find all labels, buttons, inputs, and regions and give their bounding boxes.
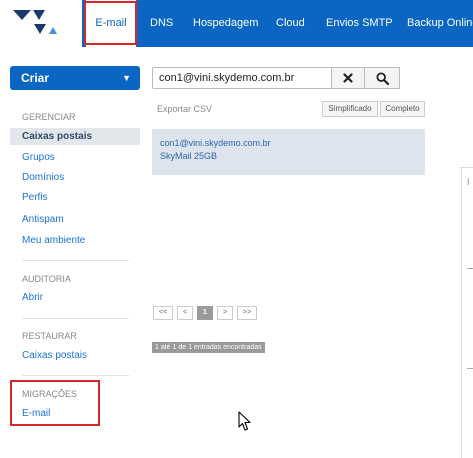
section-auditoria: AUDITORIA: [22, 274, 71, 284]
export-csv-link[interactable]: Exportar CSV: [157, 104, 212, 114]
mailbox-email: con1@vini.skydemo.com.br: [160, 138, 271, 148]
clear-search-button[interactable]: [331, 67, 365, 89]
pagination-last[interactable]: >>: [237, 306, 257, 320]
right-panel-dash: [467, 268, 473, 269]
search-input[interactable]: [152, 67, 332, 89]
complete-view-button[interactable]: Completo: [380, 101, 425, 117]
results-count: 1 até 1 de 1 entradas encontradas: [152, 342, 265, 353]
nav-backup-online[interactable]: Backup Online: [407, 0, 473, 47]
caret-down-icon: ▼: [122, 73, 131, 83]
mailbox-plan: SkyMail 25GB: [160, 151, 218, 161]
pagination-current[interactable]: 1: [197, 306, 213, 320]
logo-icon: [13, 10, 57, 34]
pagination-first[interactable]: <<: [153, 306, 173, 320]
right-panel-border: [461, 167, 462, 458]
sidebar-item-perfis[interactable]: Perfis: [22, 192, 48, 203]
simplified-view-button[interactable]: Simplificado: [322, 101, 378, 117]
sidebar-item-caixas-postais[interactable]: Caixas postais: [10, 128, 140, 145]
nav-email[interactable]: E-mail: [86, 0, 136, 47]
highlight-migracoes: [10, 380, 100, 426]
create-button[interactable]: Criar ▼: [10, 66, 140, 90]
nav-cloud[interactable]: Cloud: [276, 0, 305, 47]
sidebar-item-dominios[interactable]: Domínios: [22, 172, 64, 183]
pagination-prev[interactable]: <: [177, 306, 193, 320]
list-item[interactable]: con1@vini.skydemo.com.br SkyMail 25GB: [152, 129, 425, 175]
sidebar-item-meu-ambiente[interactable]: Meu ambiente: [22, 235, 85, 246]
nav-hospedagem[interactable]: Hospedagem: [193, 0, 258, 47]
search-button[interactable]: [364, 67, 400, 89]
right-panel-text: I: [467, 177, 470, 187]
sidebar-item-abrir[interactable]: Abrir: [22, 292, 43, 303]
section-migracoes: MIGRAÇÕES: [22, 389, 78, 399]
nav-dns[interactable]: DNS: [150, 0, 173, 47]
brand-logo[interactable]: [0, 0, 82, 47]
top-navbar: E-mail DNS Hospedagem Cloud Envios SMTP …: [0, 0, 473, 47]
sidebar-divider: [22, 375, 129, 376]
right-panel-dash: [467, 368, 473, 369]
section-restaurar: RESTAURAR: [22, 331, 77, 341]
pagination-next[interactable]: >: [217, 306, 233, 320]
sidebar-item-antispam[interactable]: Antispam: [22, 214, 64, 225]
create-button-label: Criar: [21, 71, 50, 85]
times-icon: [343, 73, 353, 83]
section-gerenciar: GERENCIAR: [22, 112, 76, 122]
sidebar-item-migracao-email[interactable]: E-mail: [22, 408, 50, 419]
sidebar-divider: [22, 260, 129, 261]
sidebar-item-restaurar-caixas-postais[interactable]: Caixas postais: [22, 350, 87, 361]
sidebar-divider: [22, 318, 129, 319]
nav-envios-smtp[interactable]: Envios SMTP: [326, 0, 393, 47]
search-icon: [375, 72, 389, 86]
mouse-cursor-icon: [238, 411, 251, 431]
sidebar-item-grupos[interactable]: Grupos: [22, 152, 55, 163]
